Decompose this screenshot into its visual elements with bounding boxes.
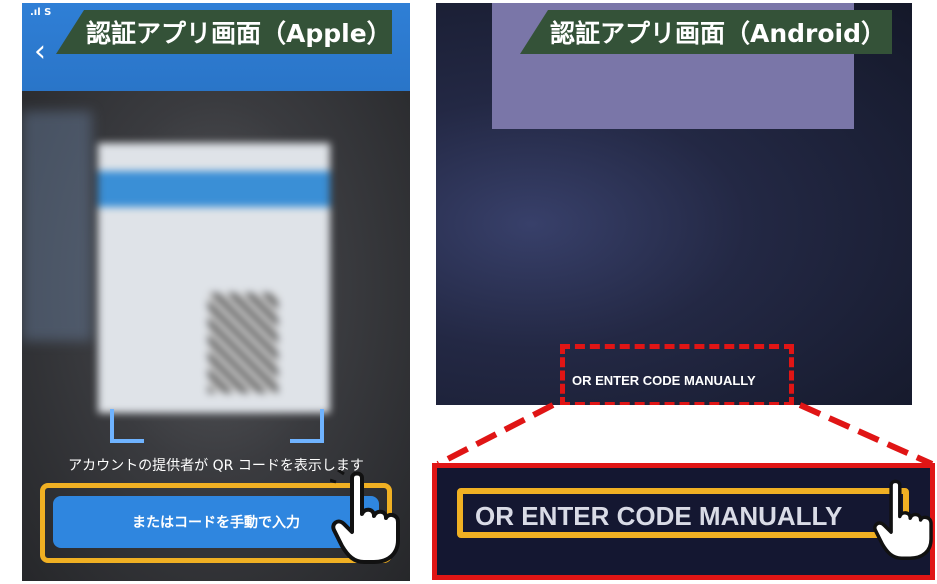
android-screen-label: 認証アプリ画面（Android） (520, 10, 892, 54)
hand-pointer-icon (873, 479, 933, 560)
hand-pointer-icon (330, 470, 400, 564)
apple-screen-label: 認証アプリ画面（Apple） (56, 10, 392, 54)
zoomed-callout: OR ENTER CODE MANUALLY (432, 463, 935, 580)
enter-code-manually-link-zoomed[interactable]: OR ENTER CODE MANUALLY (475, 501, 842, 532)
